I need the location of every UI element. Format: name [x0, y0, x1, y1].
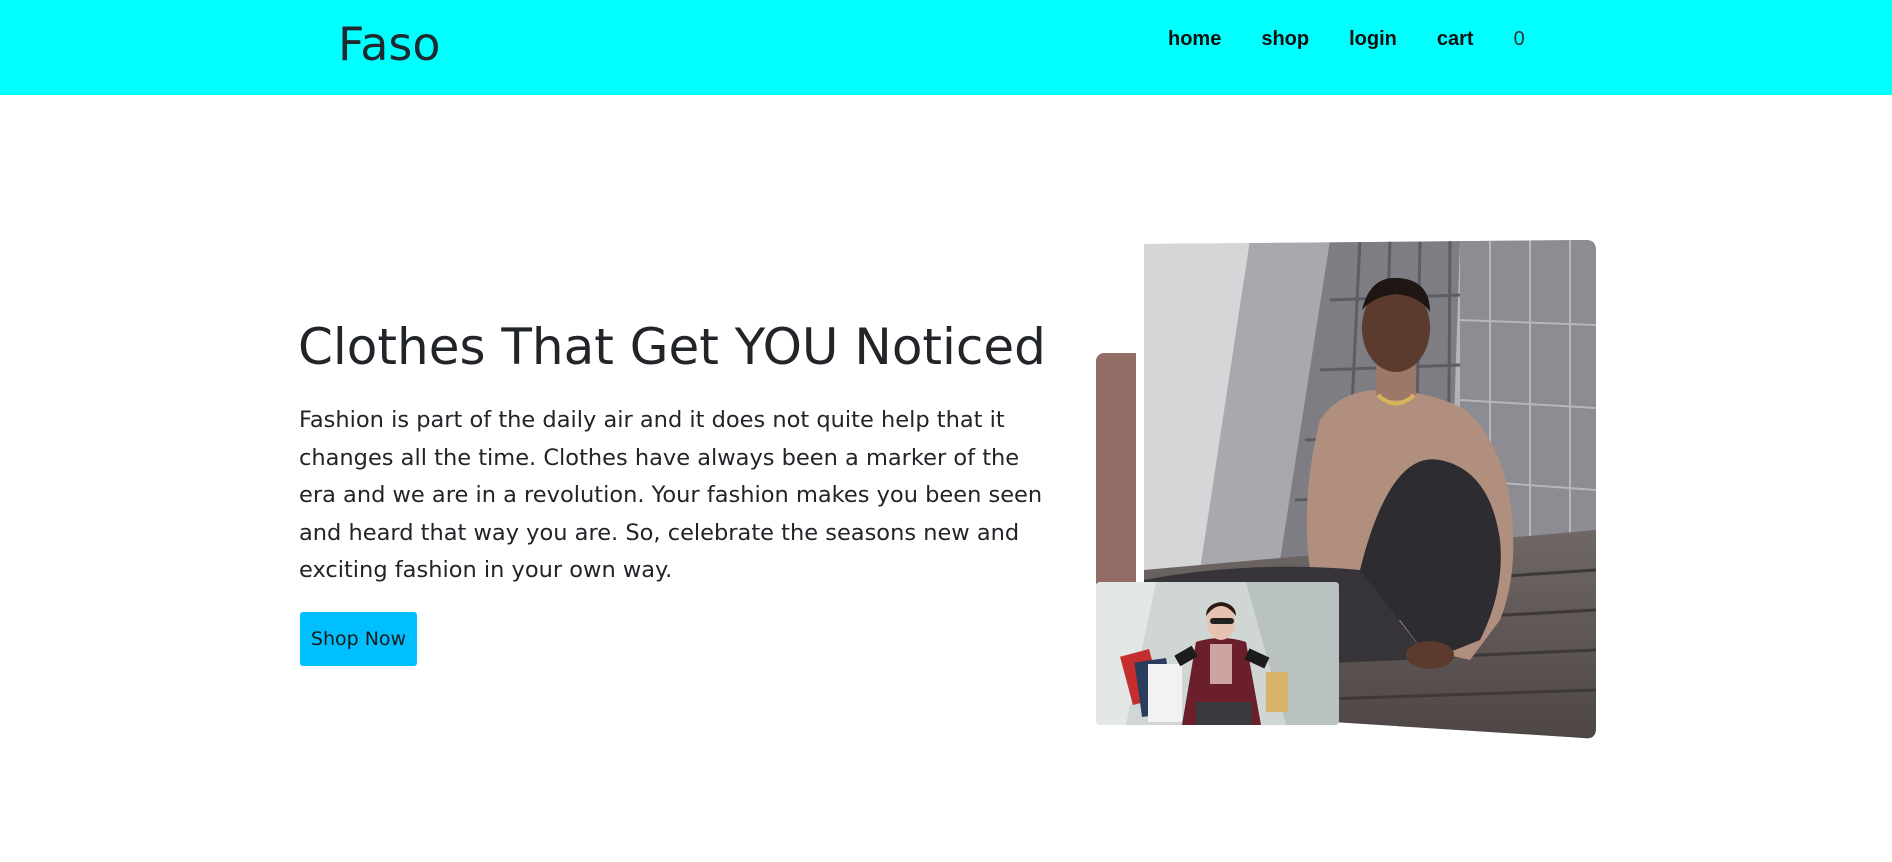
hero-image-group	[1096, 240, 1600, 740]
nav-link-shop[interactable]: shop	[1261, 24, 1309, 54]
navbar: Faso home shop login cart 0	[0, 0, 1892, 95]
inset-photo	[1096, 582, 1339, 725]
hero-title: Clothes That Get YOU Noticed	[298, 318, 1046, 376]
nav-links: home shop login cart 0	[1168, 24, 1525, 54]
shopping-woman-photo	[1096, 582, 1339, 725]
shop-now-button[interactable]: Shop Now	[300, 612, 417, 666]
nav-link-home[interactable]: home	[1168, 24, 1221, 54]
nav-link-login[interactable]: login	[1349, 24, 1397, 54]
cart-count-badge: 0	[1513, 28, 1525, 50]
nav-link-cart[interactable]: cart	[1437, 24, 1474, 54]
hero-description: Fashion is part of the daily air and it …	[299, 407, 1043, 583]
brand-logo[interactable]: Faso	[338, 14, 441, 74]
